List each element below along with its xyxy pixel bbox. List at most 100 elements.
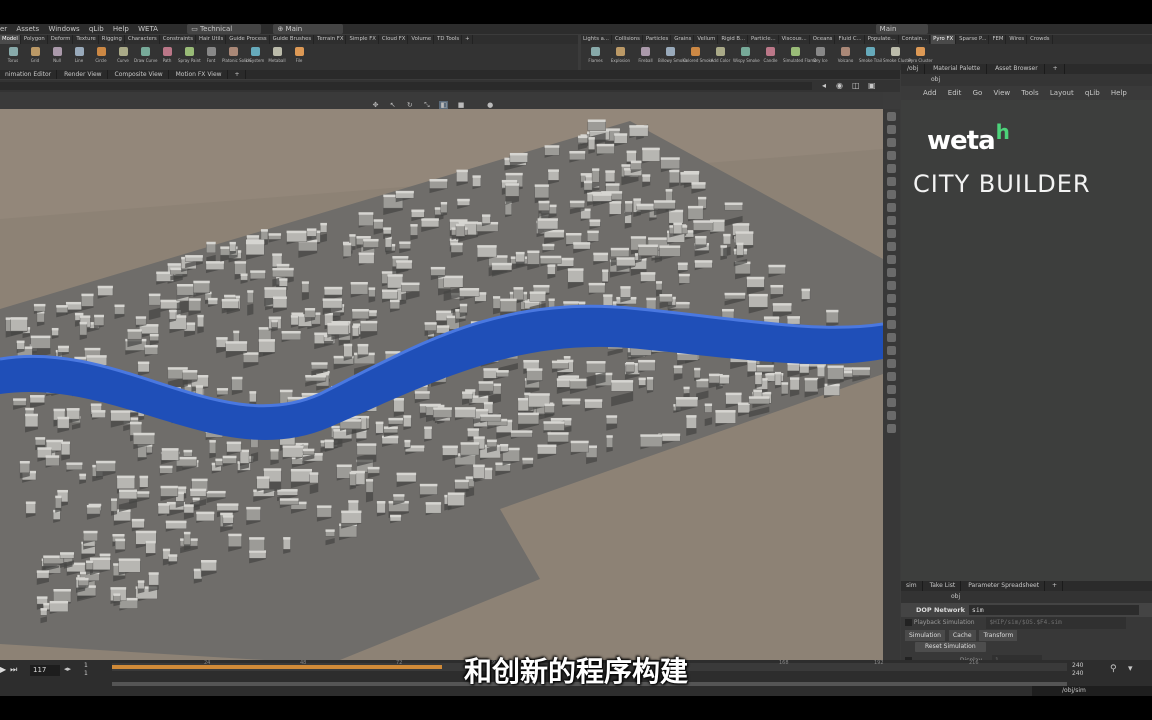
menu-edit[interactable]: Edit [948,89,962,97]
shelf-tab[interactable]: Guide Brushes [271,35,315,44]
shelf-tab[interactable]: Hair Utils [197,35,227,44]
toolbar-icon[interactable] [887,203,896,212]
toolbar-icon[interactable] [887,255,896,264]
shelf-tab[interactable]: Fluid C... [836,35,865,44]
shelf-tab[interactable]: Contain... [900,35,931,44]
shelf-tab[interactable]: Crowds [1028,35,1053,44]
tab-transform[interactable]: Transform [979,630,1018,641]
shelf-tool-button[interactable]: Dry Ice [808,46,833,63]
toolbar-icon[interactable] [887,333,896,342]
toolbar-icon[interactable] [887,320,896,329]
shelf-tool-button[interactable]: Null [46,46,68,63]
shelf-tab[interactable]: + [463,35,473,44]
shelf-tab[interactable]: Texture [74,35,99,44]
shelf-tab[interactable]: Populate... [866,35,899,44]
shelf-tool-button[interactable]: Grid [24,46,46,63]
display-icon[interactable]: ▣ [868,81,876,90]
toolbar-icon[interactable] [887,411,896,420]
menu-qlib[interactable]: qLib [1085,89,1100,97]
menu-help[interactable]: Help [1111,89,1127,97]
scale-tool-icon[interactable]: ⤡ [422,101,431,109]
toolbar-icon[interactable] [887,385,896,394]
tab-motion-fx-view[interactable]: Motion FX View [171,70,228,79]
shelf-tool-button[interactable]: Pyro Cluster [908,46,933,63]
shelf-tool-button[interactable]: Draw Curve [134,46,158,63]
context-selector[interactable]: ⊕ Main [273,24,344,34]
toolbar-icon[interactable] [887,177,896,186]
move-tool-icon[interactable]: ↖ [388,101,397,109]
menu-view[interactable]: View [994,89,1011,97]
toolbar-icon[interactable] [887,242,896,251]
shelf-tool-button[interactable]: Fireball [633,46,658,63]
shelf-tab[interactable]: Guide Process [227,35,270,44]
shelf-tab[interactable]: Wires [1007,35,1028,44]
menu-item[interactable]: Assets [16,24,39,34]
rotate-tool-icon[interactable]: ↻ [405,101,414,109]
shelf-tool-button[interactable]: Torus [2,46,24,63]
menu-tools[interactable]: Tools [1021,89,1038,97]
select-tool-icon[interactable]: ✥ [371,101,380,109]
shelf-tool-button[interactable]: Wispy Smoke [733,46,760,63]
shelf-tool-button[interactable]: Circle [90,46,112,63]
toolbar-icon[interactable] [887,307,896,316]
toolbar-icon[interactable] [887,372,896,381]
render-region-icon[interactable]: ● [486,101,495,109]
menu-item[interactable]: Help [113,24,129,34]
desktop-selector[interactable]: ▭ Technical [187,24,262,34]
shelf-tool-button[interactable]: Simulated Flame [783,46,817,63]
shelf-tab[interactable]: Cloud FX [380,35,409,44]
add-tab-button[interactable]: + [1047,581,1064,591]
toolbar-icon[interactable] [887,424,896,433]
viewer-path-field[interactable] [0,82,812,90]
shelf-tab[interactable]: Model [0,35,21,44]
toolbar-icon[interactable] [887,151,896,160]
menu-go[interactable]: Go [973,89,983,97]
menu-add[interactable]: Add [923,89,937,97]
tab-obj[interactable]: /obj [901,64,926,74]
tab-simulation[interactable]: Simulation [905,630,945,641]
menu-layout[interactable]: Layout [1050,89,1074,97]
network-canvas[interactable]: wetah CITY BUILDER [901,100,1152,590]
add-tab-button[interactable]: + [1047,64,1065,74]
tab-composite-view[interactable]: Composite View [110,70,169,79]
toolbar-icon[interactable] [887,112,896,121]
tab-cache[interactable]: Cache [948,630,976,641]
shelf-tool-button[interactable]: Explosion [608,46,633,63]
shelf-tab[interactable]: Volume [409,35,435,44]
param-path[interactable]: obj [901,591,1152,603]
playback-field[interactable]: $HIP/sim/$OS.$F4.sim [986,617,1127,629]
scene-viewport[interactable] [0,109,883,674]
shelf-tool-button[interactable]: Line [68,46,90,63]
nav-back-icon[interactable]: ◂ [822,81,826,90]
toolbar-icon[interactable] [887,294,896,303]
shelf-tab[interactable]: Pyro FX [931,35,957,44]
tab-sim[interactable]: sim [901,581,923,591]
snap-icon[interactable]: ◉ [836,81,843,90]
shelf-tool-button[interactable]: Flames [583,46,608,63]
shelf-tab[interactable]: Particle... [749,35,779,44]
shelf-tool-button[interactable]: Candle [758,46,783,63]
shelf-tool-button[interactable]: Path [156,46,178,63]
shelf-tab[interactable]: TD Tools [435,35,463,44]
toolbar-icon[interactable] [887,359,896,368]
shelf-tool-button[interactable]: File [288,46,310,63]
menu-item[interactable]: er [0,24,7,34]
tab-animation-editor[interactable]: nimation Editor [0,70,58,79]
node-name-field[interactable]: sim [968,605,1139,615]
toolbar-icon[interactable] [887,125,896,134]
shelf-tab[interactable]: Oceans [811,35,836,44]
pose-tool-icon[interactable]: ■ [457,101,466,109]
shelf-tab[interactable]: Terrain FX [315,35,347,44]
tab-material-palette[interactable]: Material Palette [927,64,988,74]
tab-take-list[interactable]: Take List [925,581,962,591]
shelf-tab[interactable]: Characters [126,35,160,44]
add-tab-button[interactable]: + [230,70,246,79]
shelf-tab[interactable]: Constraints [161,35,197,44]
shelf-tool-button[interactable]: L-System [244,46,266,63]
toolbar-icon[interactable] [887,164,896,173]
shelf-tab[interactable]: Collisions [613,35,643,44]
shelf-tab[interactable]: FEM [990,35,1007,44]
tab-asset-browser[interactable]: Asset Browser [989,64,1045,74]
shelf-tab[interactable]: Grains [672,35,695,44]
shelf-tab[interactable]: Rigging [100,35,125,44]
